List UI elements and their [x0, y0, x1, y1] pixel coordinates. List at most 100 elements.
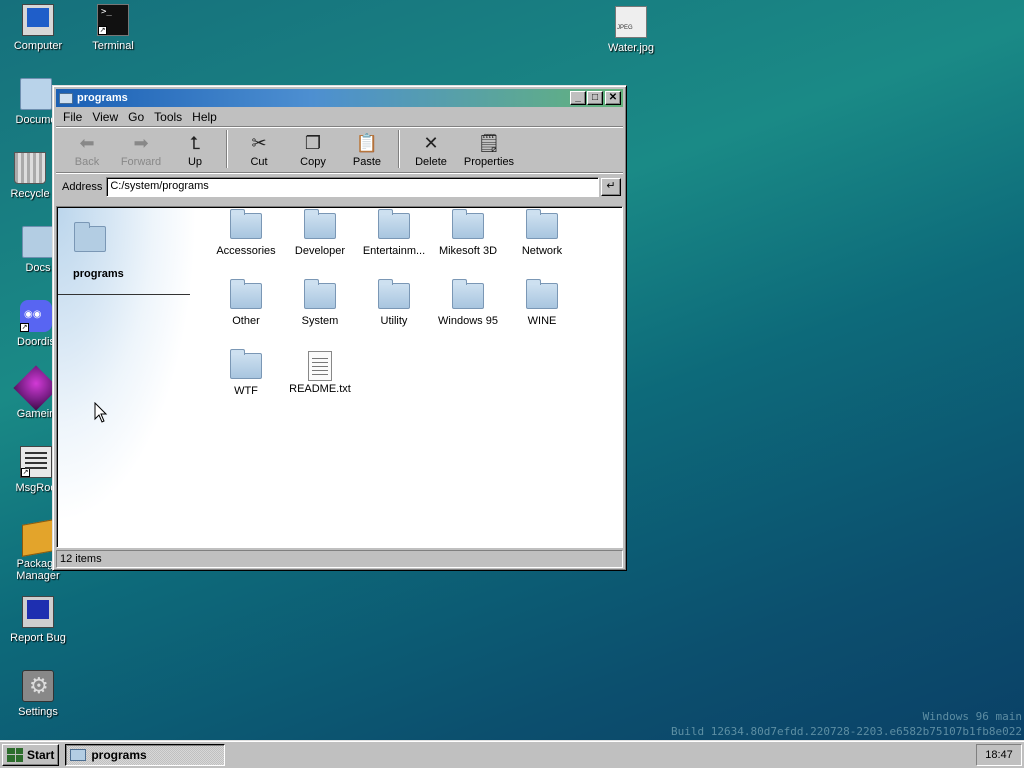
folder-icon: [22, 226, 54, 258]
cut-label: Cut: [250, 156, 268, 168]
maximize-button[interactable]: □: [587, 91, 603, 105]
folder-icon: [452, 209, 484, 239]
folder-item-wtf[interactable]: WTF: [209, 349, 283, 397]
folder-item-windows-95[interactable]: Windows 95: [431, 279, 505, 327]
item-label: Other: [232, 315, 260, 327]
menu-file[interactable]: File: [58, 110, 87, 124]
delete-button[interactable]: ✕ Delete: [404, 132, 458, 168]
paste-label: Paste: [352, 156, 382, 168]
desktop-icon-label: Report Bug: [10, 632, 66, 644]
folder-icon: [378, 279, 410, 309]
menu-go[interactable]: Go: [123, 110, 149, 124]
folder-item-entertainment[interactable]: Entertainm...: [357, 209, 431, 257]
document-icon: [20, 78, 52, 110]
item-label: Mikesoft 3D: [438, 245, 498, 257]
arrow-right-icon: ➡: [133, 133, 149, 153]
toolbar: ⬅ Back ➡ Forward ⮤ Up ✂ Cut ❐ Copy 📋 Pas…: [56, 129, 623, 173]
message-room-icon: ↗: [20, 446, 52, 478]
desktop-icon-report-bug[interactable]: Report Bug: [0, 596, 76, 644]
desktop-icon-water-jpg[interactable]: Water.jpg: [593, 6, 669, 54]
up-button[interactable]: ⮤ Up: [168, 132, 222, 168]
toolbar-separator: [226, 129, 228, 168]
folder-info-pane: programs: [58, 208, 208, 547]
system-tray-clock[interactable]: 18:47: [976, 743, 1022, 766]
start-logo-icon: [7, 747, 23, 762]
shortcut-arrow-icon: ↗: [21, 468, 30, 477]
build-number: Build 12634.80d7efdd.220728-2203.e6582b7…: [671, 725, 1022, 738]
address-input[interactable]: C:/system/programs: [106, 177, 599, 197]
folder-item-network[interactable]: Network: [505, 209, 579, 257]
folder-icon: [304, 209, 336, 239]
item-label: System: [301, 315, 339, 327]
settings-gear-icon: [22, 670, 54, 702]
minimize-button[interactable]: _: [570, 91, 586, 105]
cut-button[interactable]: ✂ Cut: [232, 132, 286, 168]
folder-item-mikesoft-3d[interactable]: Mikesoft 3D: [431, 209, 505, 257]
menu-help[interactable]: Help: [187, 110, 222, 124]
forward-label: Forward: [120, 156, 162, 168]
folder-item-accessories[interactable]: Accessories: [209, 209, 283, 257]
folder-icon: [59, 92, 73, 104]
desktop-icon-settings[interactable]: Settings: [0, 670, 76, 718]
paste-button[interactable]: 📋 Paste: [340, 132, 394, 168]
folder-icon: [526, 279, 558, 309]
desktop-icon-terminal[interactable]: ↗ Terminal: [75, 4, 151, 52]
scissors-icon: ✂: [251, 133, 267, 153]
forward-button[interactable]: ➡ Forward: [114, 132, 168, 168]
item-label: Developer: [294, 245, 346, 257]
close-button[interactable]: ✕: [605, 91, 621, 105]
shortcut-arrow-icon: ↗: [98, 26, 107, 35]
folder-item-other[interactable]: Other: [209, 279, 283, 327]
delete-label: Delete: [415, 156, 447, 168]
desktop-icon-label: Terminal: [92, 40, 134, 52]
menu-tools[interactable]: Tools: [149, 110, 187, 124]
properties-icon: 🗒: [477, 133, 501, 153]
explorer-window: programs _ □ ✕ File View Go Tools Help ⬅…: [52, 85, 627, 571]
start-button[interactable]: Start: [2, 743, 60, 766]
package-box-icon: [22, 519, 54, 557]
taskbar-item-label: programs: [91, 747, 147, 762]
copy-icon: ❐: [304, 133, 322, 153]
folder-info-title: programs: [73, 268, 124, 280]
item-label: Accessories: [216, 245, 276, 257]
desktop: Computer ↗ Terminal Docume Recycle Docs …: [0, 0, 1024, 740]
address-bar: Address C:/system/programs ↵: [56, 175, 623, 199]
enter-arrow-icon: ↵: [606, 180, 616, 192]
go-button[interactable]: ↵: [601, 178, 621, 196]
folder-icon: [452, 279, 484, 309]
file-view: programs Accessories Developer Entertain…: [56, 206, 623, 548]
copy-button[interactable]: ❐ Copy: [286, 132, 340, 168]
menu-view[interactable]: View: [87, 110, 123, 124]
jpeg-file-icon: [615, 6, 647, 38]
folder-item-wine[interactable]: WINE: [505, 279, 579, 327]
report-bug-icon: [22, 596, 54, 628]
back-button[interactable]: ⬅ Back: [60, 132, 114, 168]
computer-icon: [22, 4, 54, 36]
status-bar: 12 items: [56, 550, 623, 568]
desktop-icon-label: Water.jpg: [607, 42, 655, 54]
back-label: Back: [74, 156, 100, 168]
start-label: Start: [27, 747, 55, 762]
large-folder-icon: [74, 222, 106, 252]
folder-item-developer[interactable]: Developer: [283, 209, 357, 257]
shortcut-arrow-icon: ↗: [20, 323, 29, 332]
taskbar-item-programs[interactable]: programs: [65, 743, 226, 766]
desktop-icon-computer[interactable]: Computer: [0, 4, 76, 52]
folder-item-utility[interactable]: Utility: [357, 279, 431, 327]
folder-icon: [378, 209, 410, 239]
item-label: Network: [521, 245, 563, 257]
text-file-icon: [308, 351, 332, 381]
item-label: README.txt: [289, 383, 351, 395]
folder-icon: [304, 279, 336, 309]
file-item-readme[interactable]: README.txt: [283, 351, 357, 395]
item-label: WTF: [234, 385, 258, 397]
folder-item-system[interactable]: System: [283, 279, 357, 327]
properties-label: Properties: [463, 156, 515, 168]
mouse-cursor-icon: [94, 402, 108, 423]
window-titlebar[interactable]: programs _ □ ✕: [56, 89, 623, 107]
folder-up-icon: ⮤: [189, 133, 201, 153]
folder-icon: [70, 748, 87, 761]
properties-button[interactable]: 🗒 Properties: [458, 132, 520, 168]
folder-icon: [230, 349, 262, 379]
build-info: Windows 96 main Build 12634.80d7efdd.220…: [671, 709, 1022, 739]
